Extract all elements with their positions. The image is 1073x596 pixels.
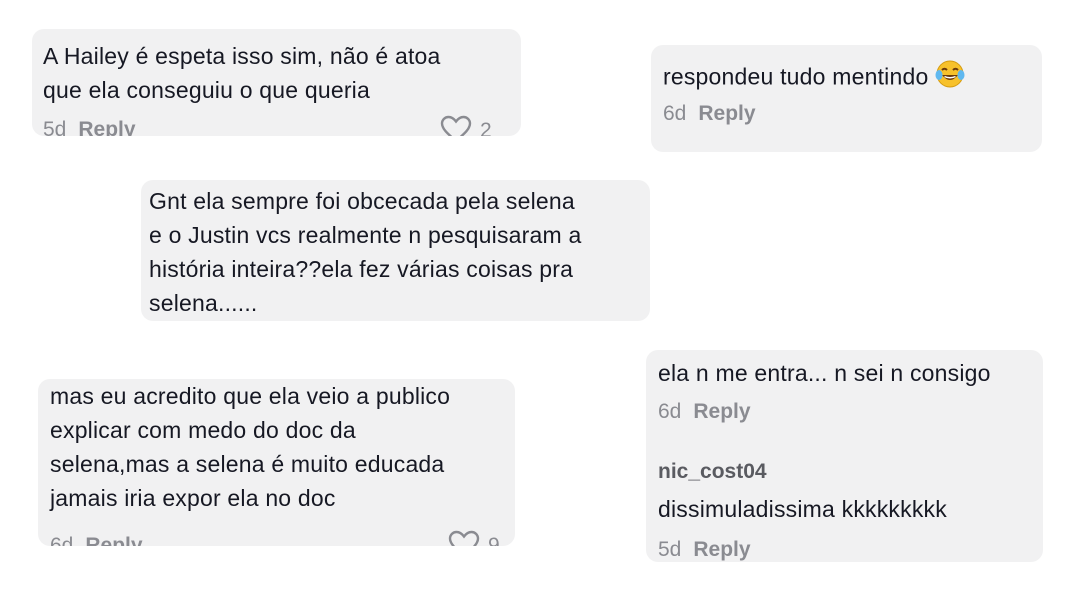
comment-text: respondeu tudo mentindo [663, 59, 1038, 98]
reply-button[interactable]: Reply [693, 538, 750, 561]
comment-text: mas eu acredito que ela veio a publico e… [50, 383, 451, 511]
comment-card: respondeu tudo mentindo 6d Reply [651, 45, 1042, 152]
reply-username[interactable]: nic_cost04 [658, 460, 767, 484]
comment-age: 5d [43, 118, 67, 136]
reply-age: 5d [658, 538, 682, 561]
like-count: 2 [480, 119, 492, 136]
reply-button[interactable]: Reply [698, 102, 755, 125]
comment-meta: 6d Reply [658, 400, 751, 424]
comment-text-content: respondeu tudo mentindo [663, 63, 929, 90]
comment-age: 6d [658, 400, 682, 423]
like-count: 9 [488, 534, 500, 546]
comment-age: 6d [50, 534, 74, 546]
like-button[interactable]: 2 [440, 115, 492, 136]
comment-thread-card: ela n me entra... n sei n consigo 6d Repl… [646, 350, 1043, 562]
comment-card: A Hailey é espeta isso sim, não é atoa q… [32, 29, 521, 136]
comment-card: Gnt ela sempre foi obcecada pela selena … [141, 180, 650, 321]
reply-meta: 5d Reply [658, 538, 751, 562]
reply-button[interactable]: Reply [693, 400, 750, 423]
comment-meta: 6d Reply [50, 534, 143, 546]
heart-icon [448, 530, 480, 546]
comment-age: 6d [663, 102, 687, 125]
reply-button[interactable]: Reply [78, 118, 135, 136]
like-button[interactable]: 9 [448, 530, 500, 546]
reply-button[interactable]: Reply [85, 534, 142, 546]
reply-text: dissimuladissima kkkkkkkkk [658, 496, 947, 522]
comment-text: ela n me entra... n sei n consigo [658, 360, 991, 386]
heart-icon [440, 115, 472, 136]
comment-meta: 6d Reply [663, 102, 756, 126]
face-with-tears-of-joy-emoji [934, 59, 966, 98]
comment-meta: 5d Reply [43, 118, 136, 136]
comment-text: Gnt ela sempre foi obcecada pela selena … [149, 188, 582, 316]
comment-text: A Hailey é espeta isso sim, não é atoa q… [43, 43, 441, 103]
comment-card: mas eu acredito que ela veio a publico e… [38, 379, 515, 546]
